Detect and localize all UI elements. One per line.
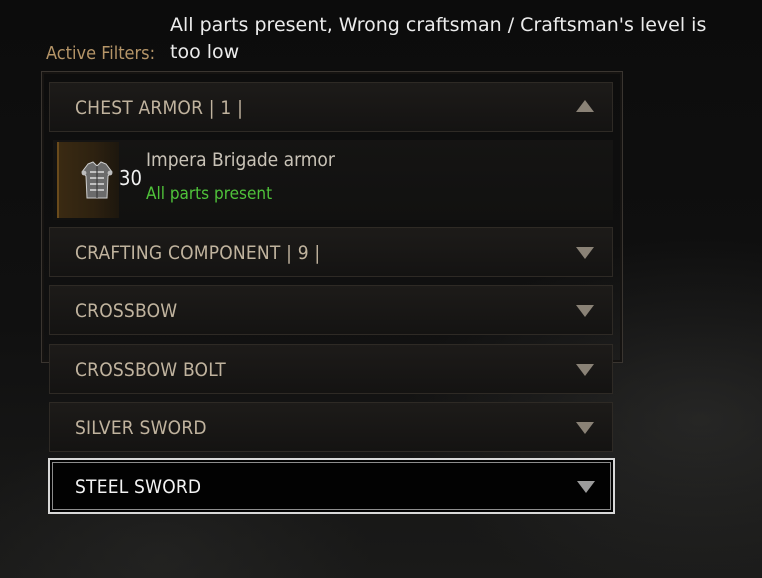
category-label: STEEL SWORD [75, 476, 202, 498]
collapse-arrow-icon[interactable] [576, 100, 594, 112]
expand-arrow-icon[interactable] [576, 247, 594, 259]
expand-arrow-icon[interactable] [576, 364, 594, 376]
item-quantity: 30 [119, 166, 142, 190]
category-label: CHEST ARMOR | 1 | [75, 97, 244, 119]
item-status: All parts present [146, 184, 273, 204]
expand-arrow-icon[interactable] [576, 422, 594, 434]
category-crossbow-bolt[interactable]: CROSSBOW BOLT [49, 344, 613, 394]
category-crossbow[interactable]: CROSSBOW [49, 285, 613, 335]
expand-arrow-icon[interactable] [576, 305, 594, 317]
expand-arrow-icon[interactable] [577, 481, 595, 493]
active-filters-label: Active Filters: [46, 43, 156, 64]
crafting-tooltip: All parts present, Wrong craftsman / Cra… [170, 14, 707, 63]
category-label: CROSSBOW [75, 300, 178, 322]
item-name: Impera Brigade armor [146, 149, 335, 171]
category-label: SILVER SWORD [75, 417, 207, 439]
category-steel-sword[interactable]: STEEL SWORD [48, 458, 615, 514]
category-label: CRAFTING COMPONENT | 9 | [75, 242, 321, 264]
category-chest-armor[interactable]: CHEST ARMOR | 1 | [49, 82, 613, 132]
chest-armor-icon [57, 142, 119, 218]
item-impera-brigade-armor[interactable]: 30 Impera Brigade armor All parts presen… [53, 140, 613, 220]
category-silver-sword[interactable]: SILVER SWORD [49, 402, 613, 452]
category-label: CROSSBOW BOLT [75, 359, 226, 381]
category-crafting-component[interactable]: CRAFTING COMPONENT | 9 | [49, 227, 613, 277]
